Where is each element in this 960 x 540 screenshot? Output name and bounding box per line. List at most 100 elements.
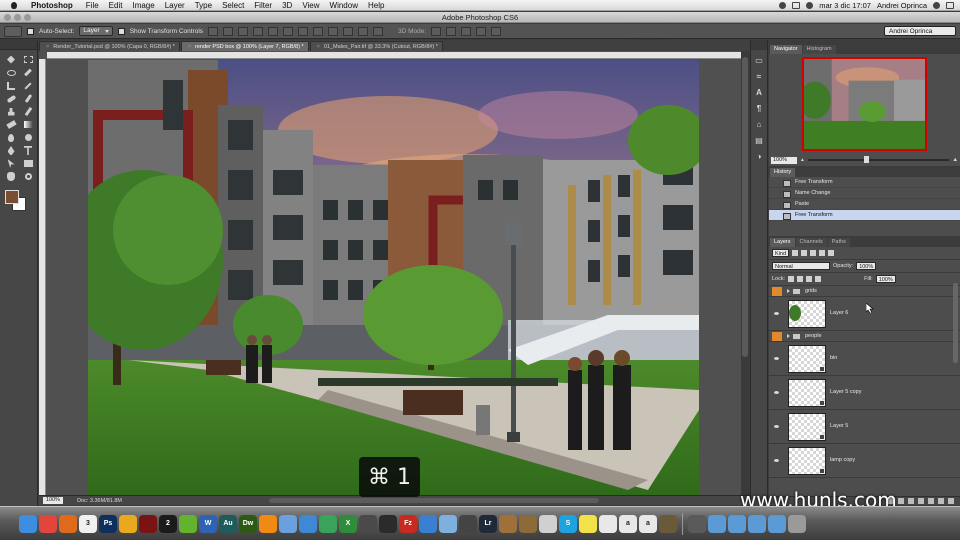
dodge-tool-icon[interactable]: [21, 132, 35, 143]
notifications-icon[interactable]: [946, 1, 954, 9]
visibility-toggle[interactable]: [772, 332, 782, 341]
horizontal-scroll-thumb[interactable]: [269, 498, 599, 503]
delete-layer-icon[interactable]: [948, 498, 954, 504]
close-window-icon[interactable]: [4, 14, 11, 21]
lasso-tool-icon[interactable]: [4, 67, 18, 78]
tab-render-psd-box[interactable]: × render PSD box @ 100% (Layer 7, RGB/8) …: [180, 41, 309, 51]
expand-arrow-icon[interactable]: [787, 289, 790, 293]
battery-icon[interactable]: [792, 1, 801, 9]
tool-presets-icon[interactable]: ▭: [753, 55, 765, 66]
itunes-icon[interactable]: [279, 514, 297, 533]
type-tool-icon[interactable]: [21, 145, 35, 156]
distribute-bottom-icon[interactable]: [328, 26, 339, 36]
outlook-icon[interactable]: [119, 514, 137, 533]
user-name[interactable]: Andrei Oprinca: [877, 1, 927, 10]
excel-icon[interactable]: X: [339, 514, 357, 533]
history-state-selected[interactable]: Free Transform: [769, 210, 960, 221]
tab-layers[interactable]: Layers: [770, 238, 795, 247]
eye-icon[interactable]: [772, 311, 781, 317]
eyedropper-tool-icon[interactable]: [21, 80, 35, 91]
brush-presets-icon[interactable]: ≈: [753, 71, 765, 82]
layer-group-grids[interactable]: grids: [769, 286, 960, 297]
vertical-scrollbar[interactable]: [741, 51, 749, 495]
script-icon[interactable]: [599, 514, 617, 533]
tools-panel-grip[interactable]: [0, 40, 37, 50]
menu-edit[interactable]: Edit: [104, 1, 128, 10]
flash-icon[interactable]: [139, 514, 157, 533]
document-canvas[interactable]: [88, 60, 699, 496]
eraser-tool-icon[interactable]: [4, 119, 18, 130]
3d-roll-icon[interactable]: [446, 26, 457, 36]
eye-icon[interactable]: [772, 424, 781, 430]
3d-scale-icon[interactable]: [491, 26, 502, 36]
character-icon[interactable]: A: [753, 87, 765, 98]
layer-row-layer-5-copy[interactable]: Layer 5 copy: [769, 376, 960, 410]
history-brush-icon[interactable]: [21, 106, 35, 117]
layer-row-lamp-copy[interactable]: lamp copy: [769, 444, 960, 478]
move-tool-icon[interactable]: [4, 54, 18, 65]
workspace-switcher[interactable]: Andrei Oprinca: [884, 26, 956, 36]
trash-icon[interactable]: [788, 514, 806, 533]
layers-scrollbar[interactable]: [953, 283, 958, 363]
quick-select-tool-icon[interactable]: [21, 67, 35, 78]
chrome-icon[interactable]: [39, 514, 57, 533]
menu-type[interactable]: Type: [190, 1, 217, 10]
typeface-icon[interactable]: a: [639, 514, 657, 533]
align-bottom-icon[interactable]: [238, 26, 249, 36]
eye-icon[interactable]: [772, 390, 781, 396]
font-icon[interactable]: a: [619, 514, 637, 533]
folder-downloads-icon[interactable]: [728, 514, 746, 533]
zoom-window-icon[interactable]: [24, 14, 31, 21]
distribute-center-icon[interactable]: [358, 26, 369, 36]
horizontal-ruler[interactable]: [47, 52, 741, 59]
shape-tool-icon[interactable]: [21, 158, 35, 169]
new-adjustment-icon[interactable]: [918, 498, 924, 504]
firefox-icon[interactable]: [59, 514, 77, 533]
3d-rotate-icon[interactable]: [431, 26, 442, 36]
text-icon[interactable]: [539, 514, 557, 533]
audition-icon[interactable]: Au: [219, 514, 237, 533]
lock-transparency-icon[interactable]: [788, 276, 795, 282]
transform-controls-checkbox[interactable]: [117, 27, 125, 35]
clone-source-icon[interactable]: ⌂: [753, 119, 765, 130]
lock-pixels-icon[interactable]: [797, 276, 804, 282]
zoom-slider-handle[interactable]: [864, 156, 870, 163]
safari-icon[interactable]: [299, 514, 317, 533]
history-state[interactable]: Free Transform: [769, 177, 960, 188]
stickies-icon[interactable]: [579, 514, 597, 533]
tab-channels[interactable]: Channels: [795, 238, 827, 247]
apple-icon[interactable]: [9, 0, 19, 10]
menu-window[interactable]: Window: [325, 1, 363, 10]
tab-navigator[interactable]: Navigator: [770, 45, 802, 54]
volume-icon[interactable]: [806, 1, 814, 9]
skype2-icon[interactable]: 2: [159, 514, 177, 533]
zoom-in-icon[interactable]: ▲: [953, 157, 958, 163]
folder-documents-icon[interactable]: [748, 514, 766, 533]
blend-mode-dropdown[interactable]: Normal: [772, 262, 830, 270]
filter-shape-icon[interactable]: [819, 250, 826, 256]
skype-icon[interactable]: S: [559, 514, 577, 533]
path-select-icon[interactable]: [4, 158, 18, 169]
clock[interactable]: mar 3 dic 17:07: [819, 1, 871, 10]
crop-tool-icon[interactable]: [4, 80, 18, 91]
auto-select-checkbox[interactable]: [27, 27, 34, 35]
vertical-scroll-thumb[interactable]: [742, 57, 748, 357]
tab-paths[interactable]: Paths: [827, 238, 850, 247]
hand-tool-icon[interactable]: [4, 171, 18, 182]
activity-monitor-icon[interactable]: [379, 514, 397, 533]
wifi-icon[interactable]: [779, 1, 787, 9]
layer-style-icon[interactable]: [898, 498, 904, 504]
align-left-icon[interactable]: [253, 26, 264, 36]
app-store-icon[interactable]: [419, 514, 437, 533]
clone-stamp-icon[interactable]: [4, 106, 18, 117]
blur-tool-icon[interactable]: [4, 132, 18, 143]
zoom-field[interactable]: 100%: [43, 497, 64, 504]
filezilla-icon[interactable]: Fz: [399, 514, 417, 533]
layer-row-bin[interactable]: bin: [769, 342, 960, 376]
eye-icon[interactable]: [772, 458, 781, 464]
vertical-ruler[interactable]: [39, 59, 46, 495]
folder-apps-icon[interactable]: [708, 514, 726, 533]
drive-icon[interactable]: [319, 514, 337, 533]
adjustments-icon[interactable]: ◑: [753, 151, 765, 162]
monitor-icon[interactable]: [688, 514, 706, 533]
